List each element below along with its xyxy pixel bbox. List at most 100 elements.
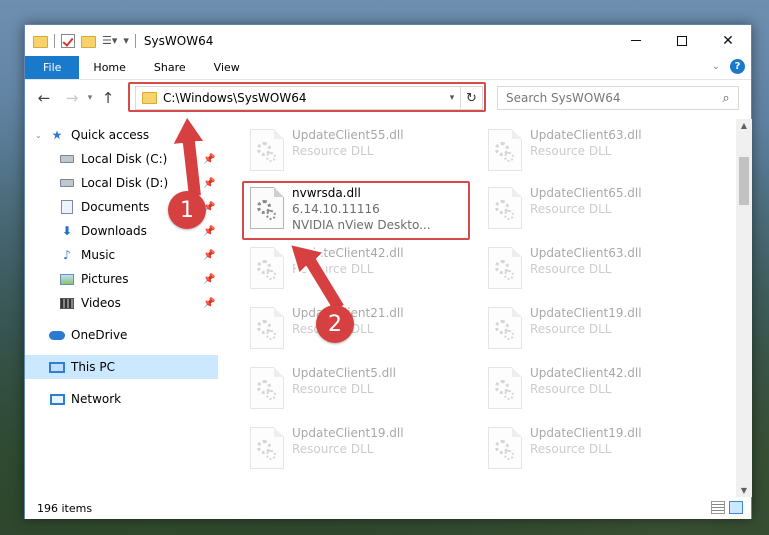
list-item[interactable]: UpdateClient5.dll Resource DLL xyxy=(244,363,479,417)
file-name: UpdateClient5.dll xyxy=(292,366,396,380)
sidebar-item-label: Music xyxy=(81,248,116,262)
navigation-bar: ← → ▾ ↑ C:\Windows\SysWOW64 ▾ ↻ Search S… xyxy=(25,81,751,115)
pin-icon: 📌 xyxy=(203,153,216,165)
maximize-button[interactable] xyxy=(659,25,705,56)
list-item[interactable]: UpdateClient42.dll Resource DLL xyxy=(482,363,717,417)
pin-icon: 📌 xyxy=(203,225,216,237)
pin-icon: 📌 xyxy=(203,177,216,189)
file-type: Resource DLL xyxy=(530,202,612,216)
file-explorer-window: ☰▾ ▾ SysWOW64 ✕ File Home Share View ⌄ ?… xyxy=(24,24,752,519)
list-item[interactable]: UpdateClient21.dllResource DLL xyxy=(244,303,479,357)
step-2-badge: 2 xyxy=(316,305,354,343)
file-name: UpdateClient65.dll xyxy=(530,186,642,200)
forward-button[interactable]: → xyxy=(61,89,83,107)
vertical-scrollbar[interactable]: ▲ ▼ xyxy=(736,119,752,497)
tab-home[interactable]: Home xyxy=(79,56,139,79)
dll-file-icon xyxy=(250,247,284,289)
step-1-badge: 1 xyxy=(168,191,206,229)
search-box[interactable]: Search SysWOW64 ⌕ xyxy=(497,86,739,110)
toolbar-dropdown-icon[interactable]: ▾ xyxy=(123,34,129,47)
window-controls: ✕ xyxy=(613,25,751,56)
title-bar: ☰▾ ▾ SysWOW64 ✕ xyxy=(25,25,751,56)
details-view-icon[interactable] xyxy=(711,501,725,514)
file-name: UpdateClient19.dll xyxy=(530,306,642,320)
list-item[interactable]: UpdateClient65.dll Resource DLL xyxy=(482,183,717,237)
new-folder-icon[interactable] xyxy=(81,35,96,48)
scroll-up-icon[interactable]: ▲ xyxy=(736,121,752,130)
file-list: UpdateClient55.dll Resource DLL nvwrsda.d… xyxy=(224,119,736,495)
dll-file-icon xyxy=(250,427,284,469)
file-version: 6.14.10.11116 xyxy=(292,202,380,216)
file-type: Resource DLL xyxy=(530,144,612,158)
address-path[interactable]: C:\Windows\SysWOW64 xyxy=(163,91,444,105)
pin-icon: 📌 xyxy=(203,249,216,261)
tab-file[interactable]: File xyxy=(25,56,80,79)
sidebar-item-onedrive[interactable]: OneDrive xyxy=(25,323,218,347)
address-bar[interactable]: C:\Windows\SysWOW64 ▾ ↻ xyxy=(135,86,483,110)
file-type: Resource DLL xyxy=(530,262,612,276)
file-name: UpdateClient19.dll xyxy=(530,426,642,440)
customize-toolbar-icon[interactable]: ☰▾ xyxy=(102,34,117,47)
chevron-down-icon[interactable]: ⌄ xyxy=(35,131,42,140)
music-icon: ♪ xyxy=(63,248,71,262)
list-item[interactable]: UpdateClient19.dll Resource DLL xyxy=(482,423,717,477)
list-item[interactable]: UpdateClient63.dll Resource DLL xyxy=(482,125,717,179)
videos-icon xyxy=(59,295,75,311)
sidebar-item-quick-access[interactable]: ⌄ ★ Quick access xyxy=(25,123,218,147)
dll-file-icon xyxy=(250,367,284,409)
ribbon-tabs: File Home Share View ⌄ ? xyxy=(25,56,751,80)
star-icon: ★ xyxy=(51,128,63,142)
sidebar-item-label: Downloads xyxy=(81,224,147,238)
pin-icon: 📌 xyxy=(203,273,216,285)
sidebar-item-network[interactable]: Network xyxy=(25,387,218,411)
list-item-selected[interactable]: nvwrsda.dll 6.14.10.11116 NVIDIA nView D… xyxy=(244,183,479,237)
file-type: Resource DLL xyxy=(292,382,374,396)
help-icon[interactable]: ? xyxy=(730,59,745,74)
dll-file-icon xyxy=(488,427,522,469)
file-name: UpdateClient19.dll xyxy=(292,426,404,440)
sidebar-item-music[interactable]: ♪ Music 📌 xyxy=(25,243,218,267)
minimize-button[interactable] xyxy=(613,25,659,56)
scroll-down-icon[interactable]: ▼ xyxy=(736,486,752,495)
sidebar-item-label: Network xyxy=(71,392,122,406)
folder-icon xyxy=(33,35,48,48)
scroll-thumb[interactable] xyxy=(739,157,749,205)
file-name: nvwrsda.dll xyxy=(292,186,361,200)
sidebar-item-local-disk-c[interactable]: Local Disk (C:) 📌 xyxy=(25,147,218,171)
back-button[interactable]: ← xyxy=(33,89,55,107)
tiles-view-icon[interactable] xyxy=(729,501,743,514)
sidebar-item-label: OneDrive xyxy=(71,328,128,342)
onedrive-icon xyxy=(49,327,65,343)
view-switcher xyxy=(711,501,743,514)
list-item[interactable]: UpdateClient19.dll Resource DLL xyxy=(482,303,717,357)
sidebar-item-this-pc[interactable]: This PC xyxy=(25,355,218,379)
properties-check-icon[interactable] xyxy=(61,33,75,48)
file-type: Resource DLL xyxy=(292,442,374,456)
window-title: SysWOW64 xyxy=(143,33,214,48)
expand-ribbon-icon[interactable]: ⌄ xyxy=(712,61,720,72)
divider xyxy=(54,33,55,48)
list-item[interactable]: UpdateClient19.dll Resource DLL xyxy=(244,423,479,477)
list-item[interactable]: UpdateClient42.dll Resource DLL xyxy=(244,243,479,297)
tab-view[interactable]: View xyxy=(200,56,254,79)
refresh-button[interactable]: ↻ xyxy=(460,87,482,109)
tab-share[interactable]: Share xyxy=(140,56,200,79)
up-button[interactable]: ↑ xyxy=(97,89,119,107)
documents-icon xyxy=(59,199,75,215)
sidebar-item-pictures[interactable]: Pictures 📌 xyxy=(25,267,218,291)
search-icon[interactable]: ⌕ xyxy=(714,91,738,106)
list-item[interactable]: UpdateClient63.dll Resource DLL xyxy=(482,243,717,297)
ribbon-right: ⌄ ? xyxy=(712,59,745,74)
network-icon xyxy=(49,391,65,407)
close-button[interactable]: ✕ xyxy=(705,25,751,56)
file-name: UpdateClient63.dll xyxy=(530,128,642,142)
recent-locations-button[interactable]: ▾ xyxy=(83,93,97,103)
sidebar-item-label: Quick access xyxy=(71,128,150,142)
list-item[interactable]: UpdateClient55.dll Resource DLL xyxy=(244,125,479,179)
sidebar-item-label: Documents xyxy=(81,200,150,214)
address-dropdown-icon[interactable]: ▾ xyxy=(444,93,460,103)
file-type: Resource DLL xyxy=(530,322,612,336)
sidebar-item-videos[interactable]: Videos 📌 xyxy=(25,291,218,315)
sidebar-item-label: Local Disk (D:) xyxy=(81,176,169,190)
search-input[interactable]: Search SysWOW64 xyxy=(506,91,714,105)
